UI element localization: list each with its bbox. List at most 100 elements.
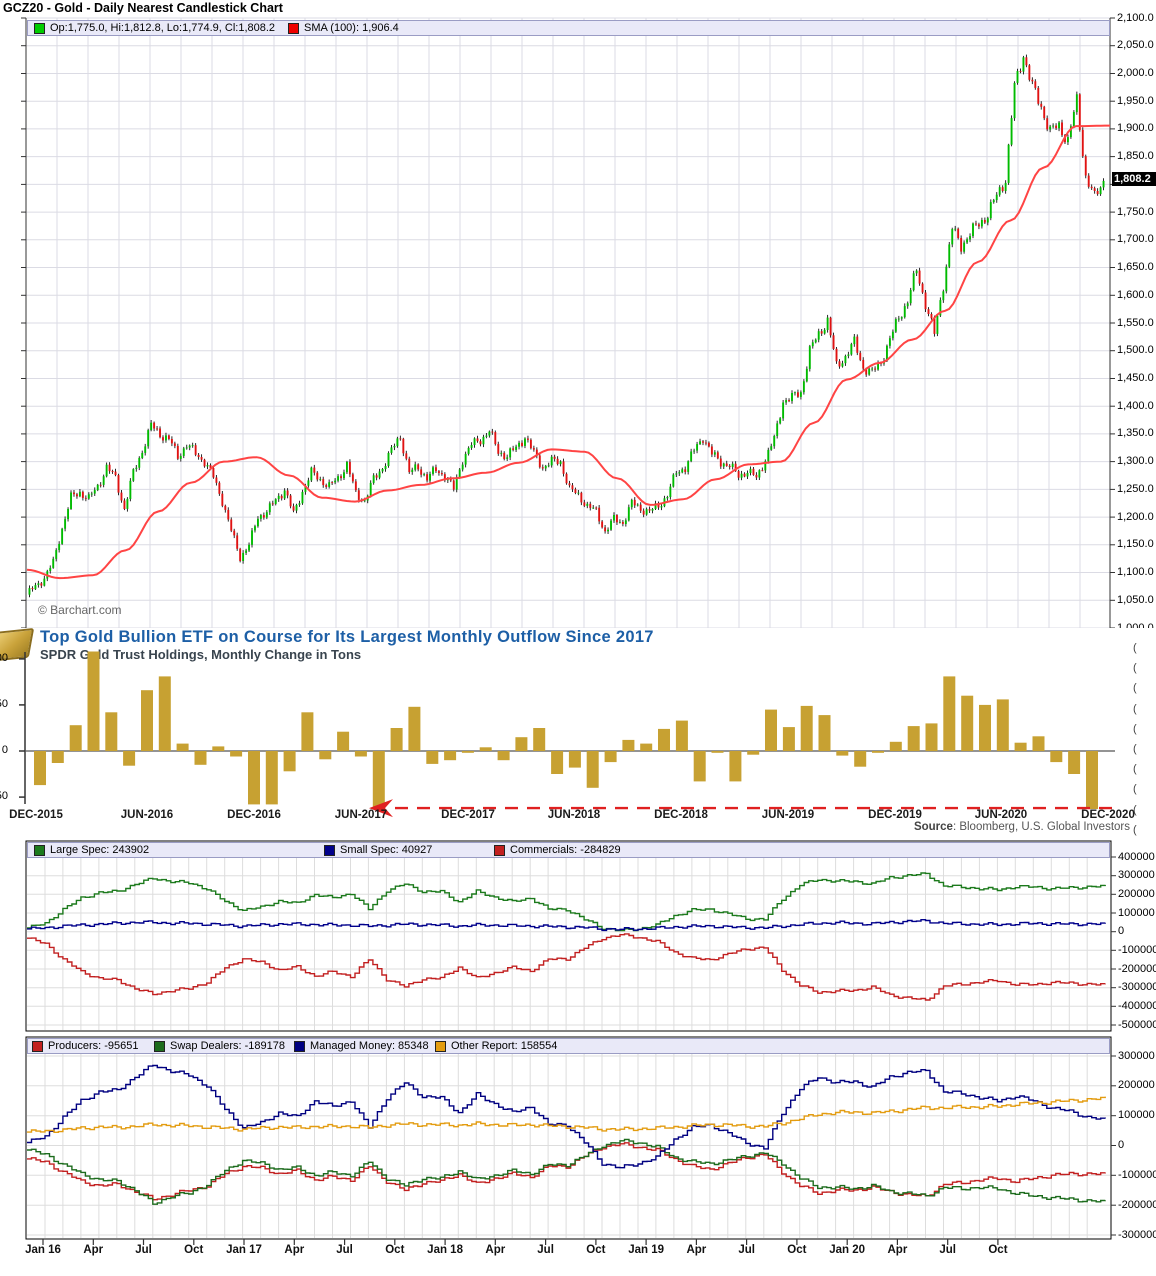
etf-right-axis-glyph: ( [1133, 763, 1137, 775]
cot-y-label: 0 [1118, 925, 1124, 938]
etf-right-axis-glyph: ( [1133, 743, 1137, 755]
cot-y-label: -100000 [1118, 944, 1156, 957]
sma-swatch-icon [288, 23, 299, 34]
cot-x-label: Oct [385, 1244, 404, 1256]
cot-y-label: 200000 [1118, 1079, 1155, 1092]
legend-managed-money: Managed Money: 85348 [294, 1040, 429, 1052]
etf-right-axis-glyph: ( [1133, 642, 1137, 654]
legend-ohlc: Op:1,775.0, Hi:1,812.8, Lo:1,774.9, Cl:1… [34, 22, 275, 34]
cot-x-label: Jan 17 [226, 1244, 262, 1256]
cot-x-label: Oct [586, 1244, 605, 1256]
cot-y-label: -300000 [1118, 981, 1156, 994]
price-axis-label: 1,300.0 [1117, 455, 1154, 468]
chart-candlestick: GCZ20 - Gold - Daily Nearest Candlestick… [0, 0, 1156, 628]
cot-x-label: Apr [686, 1244, 706, 1256]
price-axis-label: 1,400.0 [1117, 400, 1154, 413]
price-axis-label: 1,200.0 [1117, 511, 1154, 524]
etf-right-axis-glyph: ( [1133, 824, 1137, 836]
etf-y-label-clipped: 50 [0, 698, 8, 711]
etf-x-label: DEC-2016 [227, 809, 281, 821]
cot-x-label: Oct [184, 1244, 203, 1256]
large-spec-label: Large Spec: 243902 [50, 844, 149, 856]
commercials-label: Commercials: -284829 [510, 844, 621, 856]
cot-x-label: Apr [83, 1244, 103, 1256]
producers-swatch-icon [32, 1041, 43, 1052]
cot-disagg-legend: Producers: -95651 Swap Dealers: -189178 … [27, 1038, 1110, 1054]
last-price-tag: 1,808.2 [1112, 172, 1156, 186]
source-text: : Bloomberg, U.S. Global Investors [953, 821, 1130, 833]
other-report-swatch-icon [435, 1041, 446, 1052]
legend-commercials: Commercials: -284829 [494, 844, 621, 856]
cot-legacy-plot [0, 840, 1156, 1036]
price-axis-label: 1,850.0 [1117, 150, 1154, 163]
legend-large-spec: Large Spec: 243902 [34, 844, 149, 856]
cot-y-label: 100000 [1118, 1109, 1155, 1122]
price-axis-label: 2,100.0 [1117, 12, 1154, 25]
etf-right-axis-glyph: ( [1133, 703, 1137, 715]
price-axis-label: 1,900.0 [1117, 122, 1154, 135]
cot-legacy-legend: Large Spec: 243902 Small Spec: 40927 Com… [27, 842, 1110, 858]
etf-right-axis-glyph: ( [1133, 662, 1137, 674]
cot-x-label: Jul [336, 1244, 353, 1256]
source-label: Source [914, 821, 953, 833]
cot-x-label: Apr [284, 1244, 304, 1256]
price-axis-label: 1,700.0 [1117, 233, 1154, 246]
etf-x-label: JUN-2019 [762, 809, 814, 821]
managed-money-swatch-icon [294, 1041, 305, 1052]
commercials-swatch-icon [494, 845, 505, 856]
price-axis-label: 1,350.0 [1117, 427, 1154, 440]
small-spec-swatch-icon [324, 845, 335, 856]
cot-y-label: -200000 [1118, 1199, 1156, 1212]
producers-label: Producers: -95651 [48, 1040, 139, 1052]
legend-ohlc-label: Op:1,775.0, Hi:1,812.8, Lo:1,774.9, Cl:1… [50, 22, 275, 34]
cot-y-label: -100000 [1118, 1169, 1156, 1182]
cot-x-label: Jul [738, 1244, 755, 1256]
cot-x-label: Jan 18 [427, 1244, 463, 1256]
cot-x-label: Oct [988, 1244, 1007, 1256]
other-report-label: Other Report: 158554 [451, 1040, 557, 1052]
large-spec-swatch-icon [34, 845, 45, 856]
gold-charts-composite: GCZ20 - Gold - Daily Nearest Candlestick… [0, 0, 1156, 1276]
swap-dealers-label: Swap Dealers: -189178 [170, 1040, 285, 1052]
etf-x-label: DEC-2020 [1081, 809, 1135, 821]
etf-y-label-clipped: -50 [0, 790, 8, 803]
cot-x-label: Apr [888, 1244, 908, 1256]
cot-y-label: -300000 [1118, 1229, 1156, 1242]
cot-y-label: 100000 [1118, 907, 1155, 920]
cot-y-label: 200000 [1118, 888, 1155, 901]
legend-sma: SMA (100): 1,906.4 [288, 22, 399, 34]
cot-disagg-plot [0, 1036, 1156, 1276]
cot-y-label: 0 [1118, 1139, 1124, 1152]
legend-other-report: Other Report: 158554 [435, 1040, 557, 1052]
chart-etf-flows: Top Gold Bullion ETF on Course for Its L… [0, 628, 1156, 840]
cot-x-label: Jul [939, 1244, 956, 1256]
cot-y-label: 400000 [1118, 851, 1155, 864]
etf-y-label-clipped: 0 [0, 744, 8, 757]
etf-y-label-clipped: 100 [0, 652, 8, 665]
legend-swap-dealers: Swap Dealers: -189178 [154, 1040, 285, 1052]
etf-right-axis-glyph: ( [1133, 682, 1137, 694]
barchart-watermark: © Barchart.com [38, 603, 122, 617]
etf-x-label: DEC-2015 [9, 809, 63, 821]
ohlc-swatch-icon [34, 23, 45, 34]
price-axis-label: 1,100.0 [1117, 566, 1154, 579]
price-axis-label: 1,950.0 [1117, 95, 1154, 108]
small-spec-label: Small Spec: 40927 [340, 844, 432, 856]
price-axis-label: 1,250.0 [1117, 483, 1154, 496]
chart-cot-disaggregated: Producers: -95651 Swap Dealers: -189178 … [0, 1036, 1156, 1276]
etf-right-axis-glyph: ( [1133, 804, 1137, 816]
cot-x-label: Oct [787, 1244, 806, 1256]
swap-dealers-swatch-icon [154, 1041, 165, 1052]
legend-small-spec: Small Spec: 40927 [324, 844, 432, 856]
price-axis-label: 1,550.0 [1117, 317, 1154, 330]
etf-x-label: JUN-2017 [335, 809, 387, 821]
cot-y-label: -400000 [1118, 1000, 1156, 1013]
price-axis-label: 1,600.0 [1117, 289, 1154, 302]
price-axis-label: 1,750.0 [1117, 206, 1154, 219]
etf-x-label: DEC-2019 [868, 809, 922, 821]
managed-money-label: Managed Money: 85348 [310, 1040, 429, 1052]
cot-x-label: Jan 16 [25, 1244, 61, 1256]
etf-x-label: JUN-2018 [548, 809, 600, 821]
price-axis-label: 1,450.0 [1117, 372, 1154, 385]
legend-sma-label: SMA (100): 1,906.4 [304, 22, 399, 34]
